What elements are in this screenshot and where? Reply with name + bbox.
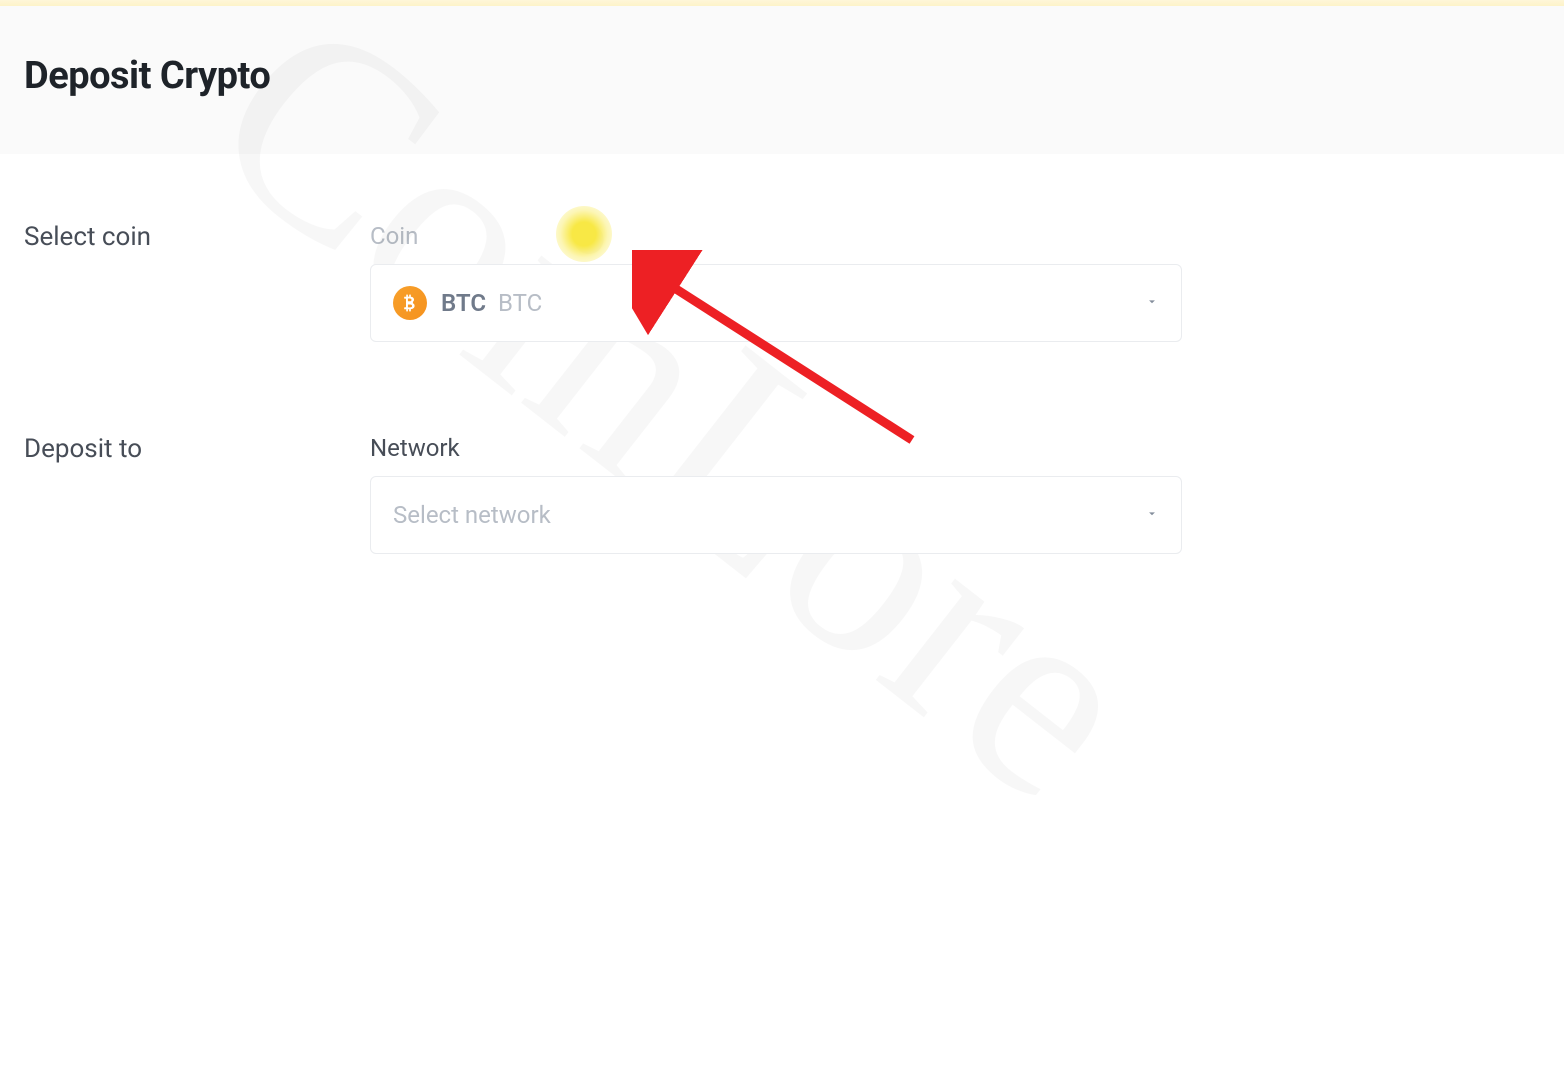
deposit-to-label: Deposit to bbox=[24, 434, 370, 464]
coin-dropdown[interactable]: BTC BTC bbox=[370, 264, 1182, 342]
chevron-down-icon bbox=[1145, 294, 1159, 313]
coin-symbol: BTC bbox=[441, 289, 486, 317]
select-coin-label: Select coin bbox=[24, 222, 370, 252]
network-field-label: Network bbox=[370, 434, 1182, 462]
deposit-to-row: Deposit to Network Select network bbox=[24, 434, 1540, 554]
page-title: Deposit Crypto bbox=[24, 54, 1540, 98]
network-placeholder: Select network bbox=[393, 501, 551, 529]
network-dropdown[interactable]: Select network bbox=[370, 476, 1182, 554]
select-coin-row: Select coin Coin BTC BTC bbox=[24, 222, 1540, 342]
chevron-down-icon bbox=[1145, 506, 1159, 525]
bitcoin-icon bbox=[393, 286, 427, 320]
page-header: Deposit Crypto bbox=[0, 6, 1564, 154]
coin-field-label: Coin bbox=[370, 222, 1182, 250]
network-field-wrapper: Network Select network bbox=[370, 434, 1182, 554]
coin-name: BTC bbox=[498, 289, 542, 317]
form-content: Select coin Coin BTC BTC Deposit to bbox=[0, 154, 1564, 578]
coin-field-wrapper: Coin BTC BTC bbox=[370, 222, 1182, 342]
